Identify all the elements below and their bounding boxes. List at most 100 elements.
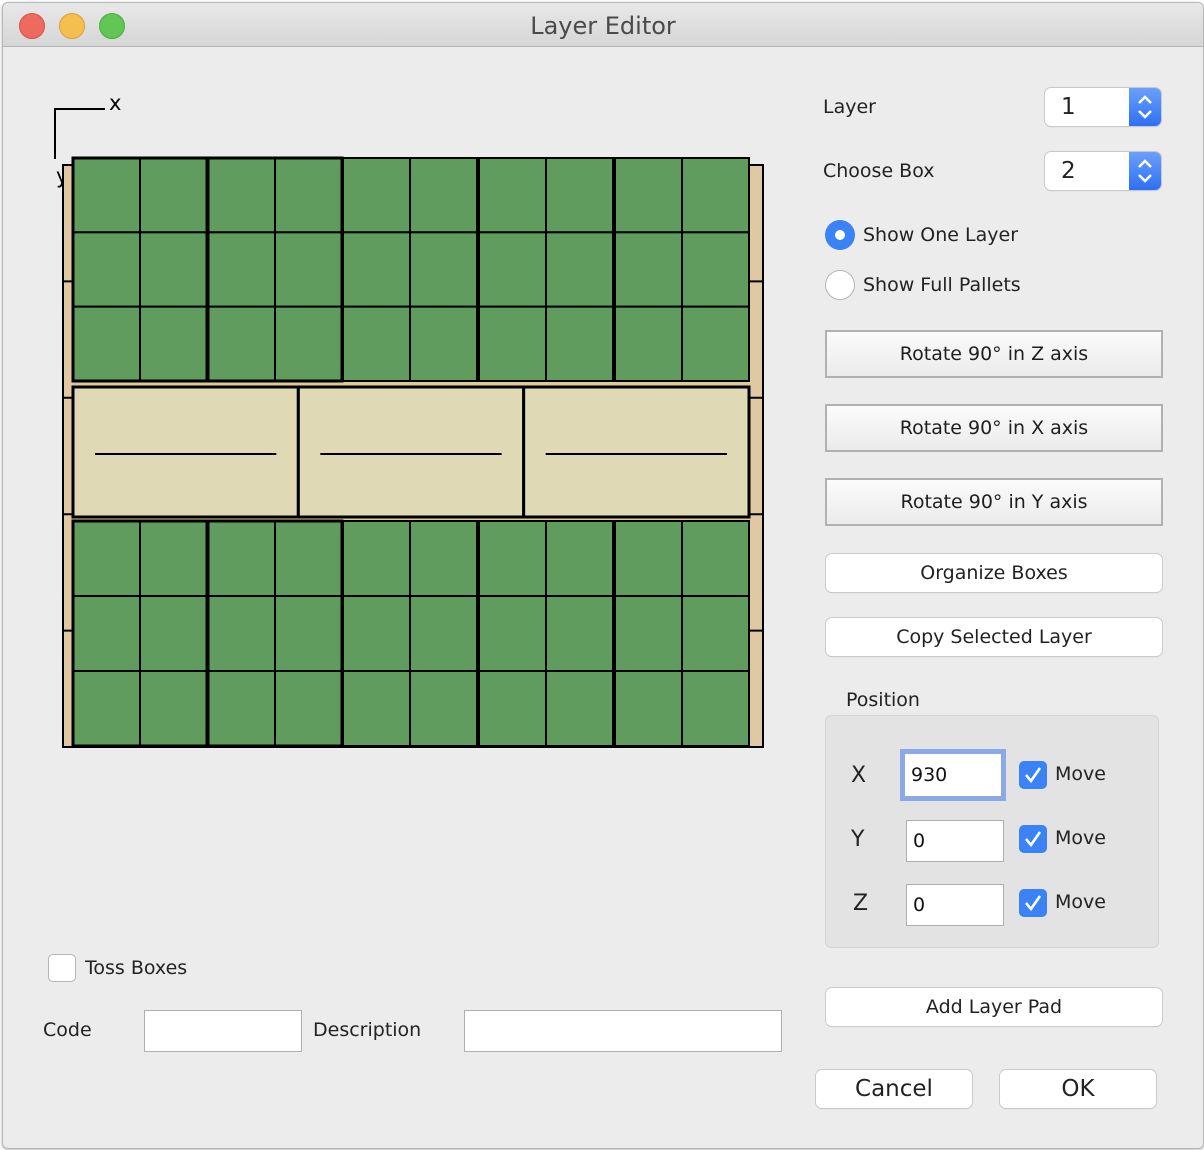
rotate-z-button[interactable]: Rotate 90° in Z axis [825, 330, 1163, 378]
show-one-layer-label[interactable]: Show One Layer [863, 224, 1018, 246]
box [681, 231, 750, 308]
move-x-label[interactable]: Move [1055, 763, 1106, 785]
box-group-top-4 [478, 157, 614, 383]
box [478, 520, 547, 597]
box [478, 595, 547, 672]
selected-box [71, 385, 300, 519]
stepper-arrows-icon[interactable] [1129, 88, 1161, 126]
organize-boxes-button[interactable]: Organize Boxes [826, 554, 1162, 592]
move-x-checkbox[interactable] [1019, 761, 1047, 789]
stepper-arrows-icon[interactable] [1129, 152, 1161, 190]
rotate-y-button[interactable]: Rotate 90° in Y axis [825, 478, 1163, 526]
position-z-input[interactable] [906, 884, 1004, 926]
position-title: Position [846, 689, 920, 711]
layer-canvas[interactable]: x y [43, 83, 783, 763]
move-z-checkbox[interactable] [1019, 889, 1047, 917]
box [139, 231, 208, 308]
box [614, 231, 683, 308]
add-layer-pad-button[interactable]: Add Layer Pad [826, 988, 1162, 1026]
box-group-bottom-2 [206, 519, 344, 748]
box [614, 157, 683, 234]
choose-box-value: 2 [1061, 158, 1076, 184]
box [274, 595, 343, 672]
box [681, 305, 750, 383]
checkmark-icon [1025, 767, 1042, 784]
box [274, 157, 343, 234]
box [409, 231, 478, 308]
box [681, 595, 750, 672]
box [207, 520, 276, 597]
box-group-bottom-3 [342, 520, 478, 747]
rotate-x-button[interactable]: Rotate 90° in X axis [825, 404, 1163, 452]
choose-box-stepper[interactable]: 2 [1045, 152, 1161, 190]
checkmark-icon [1025, 831, 1042, 848]
position-z-label: Z [853, 891, 869, 916]
position-x-label: X [851, 763, 867, 788]
box [274, 670, 343, 747]
box [342, 305, 411, 383]
box-group-top-2 [206, 156, 344, 383]
box-group-bottom-1 [71, 519, 209, 748]
cancel-button[interactable]: Cancel [816, 1070, 972, 1108]
box [342, 231, 411, 308]
box [207, 670, 276, 747]
box [72, 157, 141, 234]
box [545, 520, 614, 597]
selected-box [296, 385, 526, 519]
description-label: Description [313, 1019, 422, 1041]
box [207, 157, 276, 234]
box-group-top-5 [614, 157, 750, 383]
box [545, 670, 614, 747]
show-one-layer-radio[interactable] [825, 220, 855, 250]
box [139, 520, 208, 597]
box [207, 305, 276, 383]
box [72, 595, 141, 672]
selected-box-2 [296, 385, 526, 519]
box [681, 520, 750, 597]
box [614, 670, 683, 747]
box-group-bottom-4 [478, 520, 614, 747]
move-y-label[interactable]: Move [1055, 827, 1106, 849]
box [614, 305, 683, 383]
code-label: Code [43, 1019, 92, 1041]
move-y-checkbox[interactable] [1019, 825, 1047, 853]
box [342, 670, 411, 747]
layer-stepper[interactable]: 1 [1045, 88, 1161, 126]
checkmark-icon [1025, 895, 1042, 912]
description-input[interactable] [464, 1010, 782, 1052]
copy-selected-layer-button[interactable]: Copy Selected Layer [826, 618, 1162, 656]
window-title: Layer Editor [530, 12, 676, 40]
toss-boxes-label[interactable]: Toss Boxes [85, 957, 187, 979]
selected-box-1 [71, 385, 300, 519]
box [72, 305, 141, 383]
box [207, 231, 276, 308]
box [139, 157, 208, 234]
position-y-input[interactable] [906, 820, 1004, 862]
show-full-pallets-radio[interactable] [825, 270, 855, 300]
ok-button[interactable]: OK [1000, 1070, 1156, 1108]
move-z-label[interactable]: Move [1055, 891, 1106, 913]
box [545, 157, 614, 234]
box-group-top-1 [71, 156, 209, 383]
code-input[interactable] [144, 1010, 302, 1052]
box [342, 520, 411, 597]
box-group-top-3 [342, 157, 478, 383]
layer-canvas-svg[interactable]: x y [43, 83, 783, 763]
box [409, 670, 478, 747]
box [545, 595, 614, 672]
box [139, 305, 208, 383]
box [207, 595, 276, 672]
box [614, 595, 683, 672]
box [72, 520, 141, 597]
box [274, 305, 343, 383]
toss-boxes-checkbox[interactable] [48, 954, 76, 982]
box [545, 305, 614, 383]
box [478, 231, 547, 308]
box [139, 670, 208, 747]
box [409, 157, 478, 234]
box [72, 670, 141, 747]
position-x-input[interactable] [904, 753, 1002, 797]
x-axis-label: x [109, 91, 121, 115]
show-full-pallets-label[interactable]: Show Full Pallets [863, 274, 1021, 296]
position-y-label: Y [851, 827, 865, 852]
